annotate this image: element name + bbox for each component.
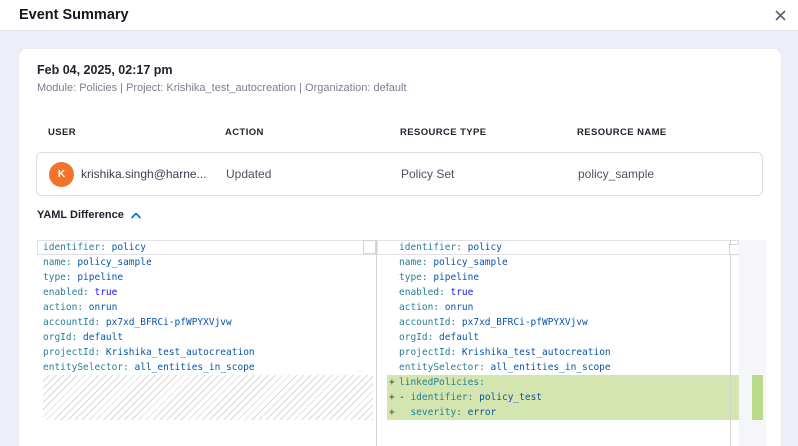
modal-header: Event Summary xyxy=(0,0,798,31)
diff-line: accountId: px7xd_BFRCi-pfWPYXVjvw xyxy=(377,315,739,330)
chevron-up-icon xyxy=(131,212,141,219)
yaml-difference-toggle[interactable]: YAML Difference xyxy=(37,209,141,221)
diff-line: identifier: policy xyxy=(377,240,739,255)
user-avatar: K xyxy=(49,162,74,187)
diff-added-line: +- identifier: policy_test xyxy=(387,390,739,405)
column-header-action: ACTION xyxy=(225,127,264,138)
diff-line: type: pipeline xyxy=(377,270,739,285)
diff-line: enabled: true xyxy=(37,285,377,300)
event-table-row[interactable]: K krishika.singh@harne... Updated Policy… xyxy=(36,152,763,196)
diff-line: name: policy_sample xyxy=(37,255,377,270)
diff-left-pane[interactable]: identifier: policyname: policy_sampletyp… xyxy=(37,240,377,446)
event-card: Feb 04, 2025, 02:17 pm Module: Policies … xyxy=(19,49,781,446)
event-summary-modal: Event Summary Feb 04, 2025, 02:17 pm Mod… xyxy=(0,0,798,446)
event-timestamp: Feb 04, 2025, 02:17 pm xyxy=(37,63,173,77)
diff-line: identifier: policy xyxy=(37,240,377,255)
diff-right-pane[interactable]: identifier: policyname: policy_sampletyp… xyxy=(377,240,739,446)
user-email: krishika.singh@harne... xyxy=(81,153,207,195)
column-header-resource-type: RESOURCE TYPE xyxy=(400,127,487,138)
left-scroll-indicator[interactable] xyxy=(363,240,376,254)
action-value: Updated xyxy=(226,153,271,195)
column-header-user: USER xyxy=(48,127,76,138)
resource-name-value: policy_sample xyxy=(578,153,654,195)
diff-line: enabled: true xyxy=(377,285,739,300)
close-icon xyxy=(775,10,786,21)
modal-title: Event Summary xyxy=(19,0,129,30)
right-editor-border xyxy=(730,240,731,446)
diff-line: action: onrun xyxy=(377,300,739,315)
diff-line: entitySelector: all_entities_in_scope xyxy=(377,360,739,375)
overview-ruler[interactable] xyxy=(739,240,766,446)
diff-added-line: +linkedPolicies: xyxy=(387,375,739,390)
yaml-diff-editor: identifier: policyname: policy_sampletyp… xyxy=(37,240,766,446)
close-button[interactable] xyxy=(770,5,790,25)
diff-right-code: identifier: policyname: policy_sampletyp… xyxy=(377,240,739,375)
diff-line: name: policy_sample xyxy=(377,255,739,270)
diff-added-line: + severity: error xyxy=(387,405,739,420)
diff-line: projectId: Krishika_test_autocreation xyxy=(37,345,377,360)
diff-line: entitySelector: all_entities_in_scope xyxy=(37,360,377,375)
diff-line: orgId: default xyxy=(37,330,377,345)
diff-added-block: +linkedPolicies:+- identifier: policy_te… xyxy=(377,375,739,420)
diff-removed-placeholder xyxy=(43,375,373,420)
diff-line: orgId: default xyxy=(377,330,739,345)
resource-type-value: Policy Set xyxy=(401,153,454,195)
diff-line: accountId: px7xd_BFRCi-pfWPYXVjvw xyxy=(37,315,377,330)
diff-line: type: pipeline xyxy=(37,270,377,285)
column-header-resource-name: RESOURCE NAME xyxy=(577,127,667,138)
diff-left-code: identifier: policyname: policy_sampletyp… xyxy=(37,240,377,375)
overview-ruler-added-marker xyxy=(752,375,763,420)
yaml-difference-label: YAML Difference xyxy=(37,209,124,221)
event-meta: Module: Policies | Project: Krishika_tes… xyxy=(37,82,407,94)
diff-line: action: onrun xyxy=(37,300,377,315)
diff-line: projectId: Krishika_test_autocreation xyxy=(377,345,739,360)
